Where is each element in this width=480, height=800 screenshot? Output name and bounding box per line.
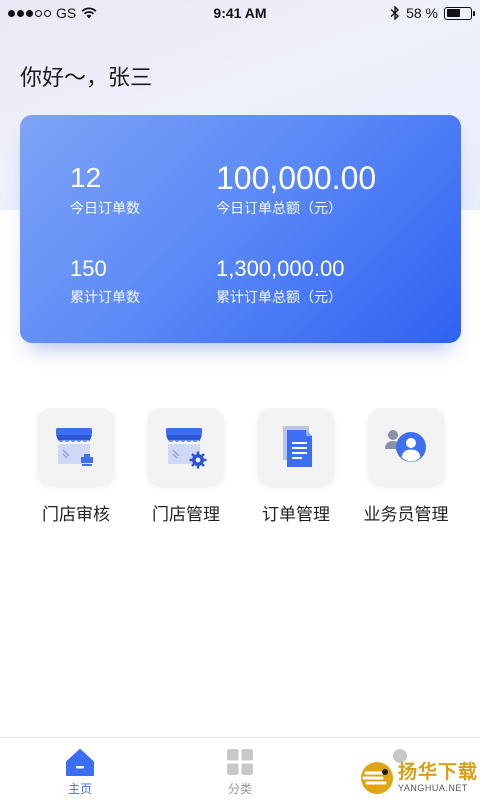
stat-total-amount: 1,300,000.00 累计订单总额（元）	[216, 255, 344, 307]
tab-label: 分类	[227, 782, 252, 796]
total-amount-value: 1,300,000.00	[216, 256, 345, 281]
stat-total-orders: 150 累计订单数	[70, 255, 140, 307]
stat-today-orders: 12 今日订单数	[70, 162, 140, 218]
watermark-en: YANGHUA.NET	[398, 783, 468, 793]
battery-icon	[444, 6, 475, 20]
tab-home[interactable]: 主页	[0, 738, 160, 800]
today-amount-label: 今日订单总额（元）	[216, 200, 342, 216]
stat-today-amount: 100,000.00 今日订单总额（元）	[216, 162, 376, 218]
menu-label: 业务员管理	[363, 505, 449, 524]
order-stats-card: 12 今日订单数 100,000.00 今日订单总额（元） 150 累计订单数 …	[20, 115, 461, 343]
bluetooth-icon	[390, 6, 400, 20]
total-orders-label: 累计订单数	[70, 289, 140, 305]
tab-label: 主页	[67, 782, 92, 796]
watermark-logo-icon	[361, 762, 393, 794]
home-icon	[66, 749, 94, 776]
status-bar: GS 9:41 AM 58 %	[0, 0, 480, 26]
menu-item-store-audit[interactable]: 门店审核	[21, 408, 131, 525]
total-amount-label: 累计订单总额（元）	[216, 289, 342, 305]
today-orders-label: 今日订单数	[70, 200, 140, 216]
salesperson-icon	[385, 430, 426, 462]
quick-menu: 门店审核 门店管理 订单管理 业务员管理	[0, 408, 480, 525]
menu-label: 订单管理	[262, 505, 330, 524]
menu-item-store-manage[interactable]: 门店管理	[131, 408, 241, 525]
store-audit-icon	[56, 428, 93, 466]
watermark-cn: 扬华下载	[398, 762, 479, 783]
menu-label: 门店审核	[42, 505, 110, 524]
battery-percent: 58 %	[406, 5, 438, 21]
menu-icon-box	[148, 408, 224, 484]
menu-icon-box	[258, 408, 334, 484]
menu-item-salesperson-manage[interactable]: 业务员管理	[351, 408, 461, 525]
menu-icon-box	[368, 408, 444, 484]
today-orders-value: 12	[70, 162, 102, 193]
tab-category[interactable]: 分类	[160, 738, 320, 800]
today-amount-value: 100,000.00	[216, 160, 377, 196]
greeting-text: 你好～，张三	[20, 65, 153, 90]
order-document-icon	[283, 426, 312, 467]
menu-label: 门店管理	[152, 505, 220, 524]
watermark-text: 扬华下载 YANGHUA.NET	[398, 762, 479, 794]
total-orders-value: 150	[70, 256, 107, 281]
site-watermark: 扬华下载 YANGHUA.NET	[360, 758, 480, 798]
menu-item-order-manage[interactable]: 订单管理	[241, 408, 351, 525]
category-grid-icon	[227, 749, 253, 775]
status-right: 58 %	[390, 5, 475, 21]
menu-icon-box	[38, 408, 114, 484]
battery-level	[446, 9, 460, 17]
store-manage-icon	[166, 428, 207, 469]
